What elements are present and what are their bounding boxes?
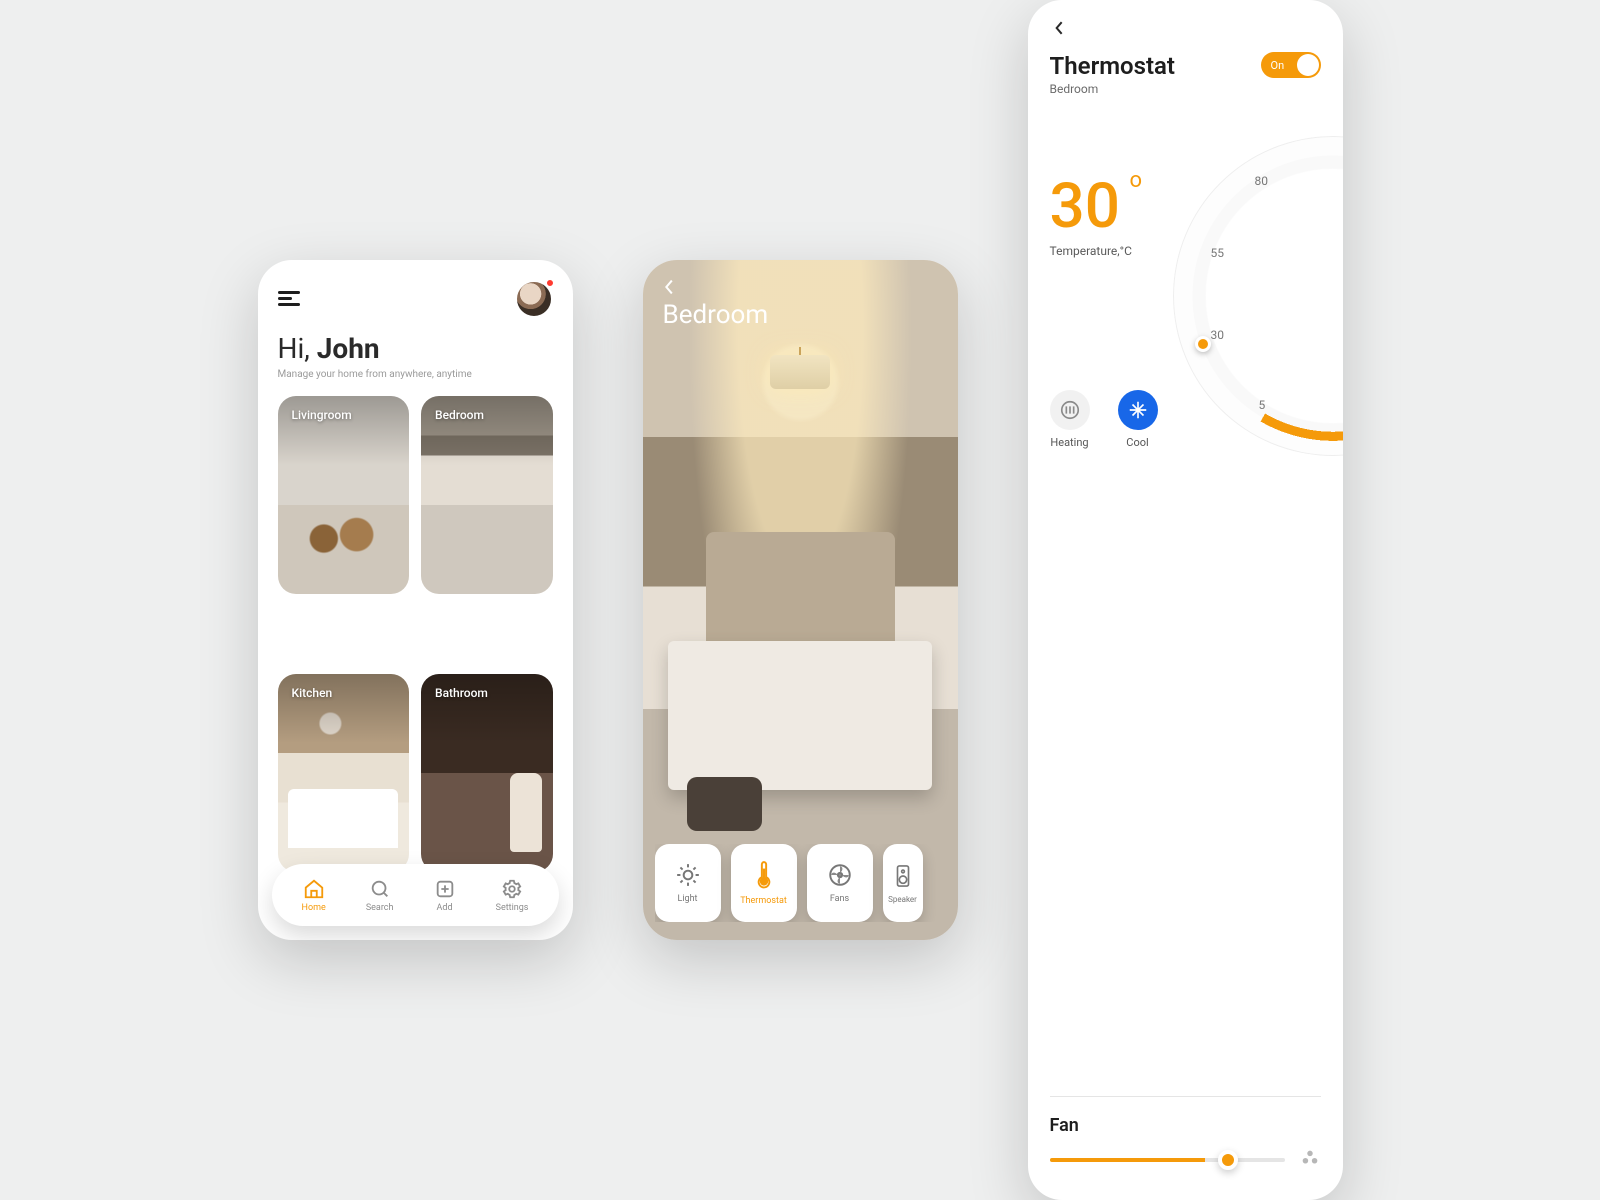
- heating-icon: [1059, 399, 1081, 421]
- fan-icon: [1299, 1147, 1321, 1173]
- room-card-bedroom[interactable]: Bedroom: [421, 396, 553, 594]
- device-card-thermostat[interactable]: Thermostat: [731, 844, 797, 922]
- home-screen: Hi, John Manage your home from anywhere,…: [258, 260, 573, 940]
- device-row[interactable]: Light Thermostat Fans Speaker: [655, 844, 958, 922]
- nav-label: Search: [366, 903, 394, 913]
- nav-label: Settings: [496, 903, 529, 913]
- device-label: Thermostat: [740, 896, 787, 906]
- nav-label: Home: [302, 903, 326, 913]
- chevron-left-icon: [1050, 18, 1070, 38]
- room-card-bathroom[interactable]: Bathroom: [421, 674, 553, 872]
- cool-icon: [1127, 399, 1149, 421]
- nav-home[interactable]: Home: [302, 878, 326, 913]
- room-card-livingroom[interactable]: Livingroom: [278, 396, 410, 594]
- divider: [1050, 1096, 1321, 1097]
- fan-icon: [827, 862, 853, 888]
- back-button[interactable]: [1050, 18, 1321, 42]
- room-label: Livingroom: [292, 408, 352, 422]
- menu-icon[interactable]: [278, 291, 300, 307]
- room-card-kitchen[interactable]: Kitchen: [278, 674, 410, 872]
- nav-search[interactable]: Search: [366, 878, 394, 913]
- nav-add[interactable]: Add: [434, 878, 456, 913]
- greeting-prefix: Hi,: [278, 332, 317, 365]
- topbar: [278, 280, 553, 318]
- room-photo: [643, 260, 958, 940]
- dial-mark: 30: [1211, 328, 1225, 342]
- fan-slider[interactable]: [1050, 1150, 1321, 1170]
- mode-heating[interactable]: Heating: [1050, 390, 1090, 449]
- fan-label: Fan: [1050, 1115, 1321, 1136]
- thermostat-title: Thermostat: [1050, 52, 1175, 80]
- device-card-light[interactable]: Light: [655, 844, 721, 922]
- search-icon: [369, 878, 391, 900]
- chevron-left-icon: [659, 276, 681, 298]
- degree-icon: o: [1129, 170, 1142, 192]
- thermostat-room: Bedroom: [1050, 82, 1175, 96]
- temperature-value: 30: [1050, 170, 1120, 243]
- home-icon: [303, 878, 325, 900]
- bottom-nav: Home Search Add Settings: [272, 864, 559, 926]
- device-card-speaker[interactable]: Speaker: [883, 844, 923, 922]
- add-icon: [434, 878, 456, 900]
- room-label: Bathroom: [435, 686, 488, 700]
- room-detail-screen: Bedroom Light Thermostat Fans Speaker: [643, 260, 958, 940]
- device-label: Fans: [830, 894, 849, 904]
- room-title: Bedroom: [663, 300, 769, 330]
- room-label: Bedroom: [435, 408, 484, 422]
- device-label: Light: [678, 894, 698, 904]
- mode-label: Cool: [1126, 436, 1148, 449]
- mode-row: Heating Cool: [1050, 390, 1158, 449]
- power-toggle[interactable]: On: [1261, 52, 1321, 78]
- slider-thumb[interactable]: [1218, 1150, 1238, 1170]
- mode-cool[interactable]: Cool: [1118, 390, 1158, 449]
- mode-label: Heating: [1050, 436, 1088, 449]
- dial-mark: 5: [1259, 398, 1266, 412]
- notification-dot-icon: [545, 278, 555, 288]
- device-label: Speaker: [888, 895, 917, 904]
- dial-mark: 80: [1255, 174, 1269, 188]
- dial-handle[interactable]: [1195, 336, 1211, 352]
- toggle-knob-icon: [1297, 54, 1319, 76]
- slider-track-icon: [1050, 1158, 1285, 1162]
- nav-label: Add: [437, 903, 453, 913]
- light-icon: [675, 862, 701, 888]
- toggle-label: On: [1271, 59, 1285, 72]
- avatar-button[interactable]: [515, 280, 553, 318]
- greeting: Hi, John: [278, 332, 553, 365]
- nav-settings[interactable]: Settings: [496, 878, 529, 913]
- greeting-subtitle: Manage your home from anywhere, anytime: [278, 369, 553, 380]
- device-card-fans[interactable]: Fans: [807, 844, 873, 922]
- dial-mark: 55: [1211, 246, 1225, 260]
- fan-section: Fan: [1050, 1096, 1321, 1170]
- thermostat-icon: [751, 860, 777, 890]
- settings-icon: [501, 878, 523, 900]
- speaker-icon: [892, 863, 914, 889]
- room-grid: Livingroom Bedroom Kitchen Bathroom: [278, 396, 553, 940]
- greeting-name: John: [317, 332, 380, 365]
- back-button[interactable]: [659, 276, 681, 302]
- room-label: Kitchen: [292, 686, 333, 700]
- thermostat-screen: Thermostat Bedroom On 30 o Temperature,°…: [1028, 0, 1343, 1200]
